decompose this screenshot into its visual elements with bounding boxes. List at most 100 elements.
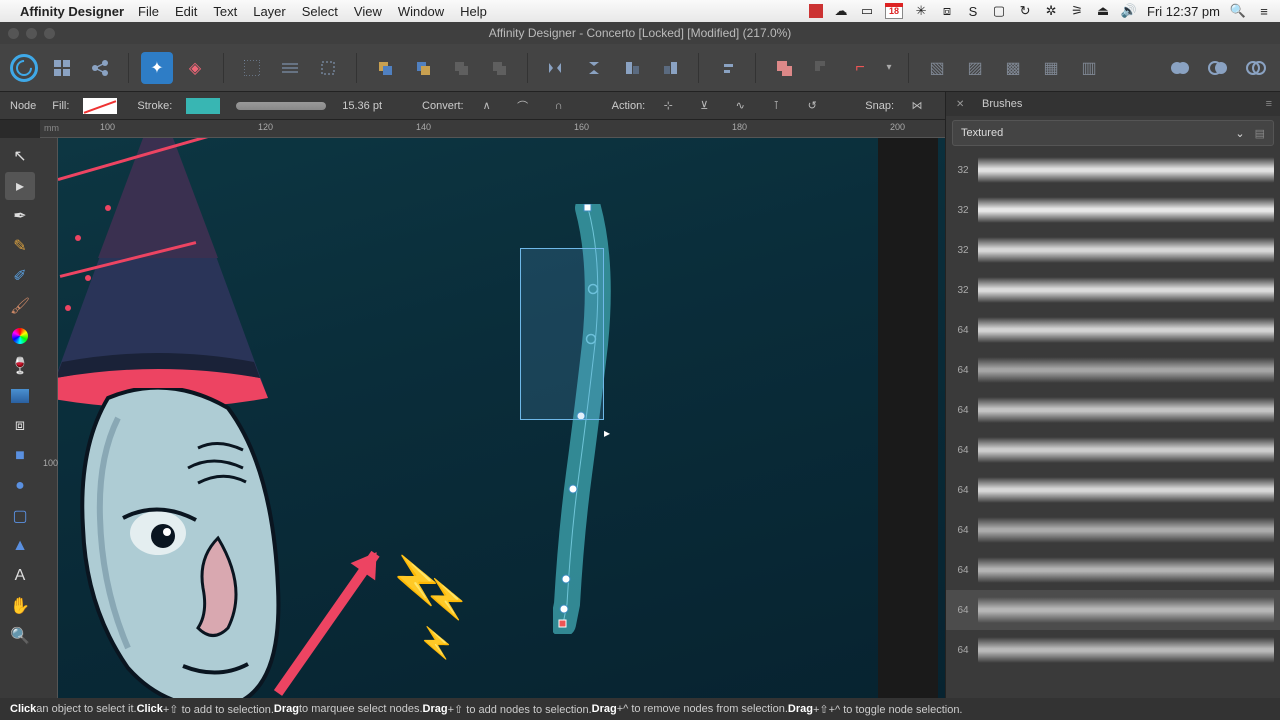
volume-icon[interactable]: 🔊 xyxy=(1121,3,1137,19)
skype-icon[interactable]: S xyxy=(965,3,981,19)
brush-row[interactable]: 64 xyxy=(946,470,1280,510)
panel-menu-icon[interactable]: ≡ xyxy=(1266,98,1272,110)
close-panel-icon[interactable]: ✕ xyxy=(956,99,964,110)
displays-icon[interactable]: ▢ xyxy=(991,3,1007,19)
brush-row[interactable]: 64 xyxy=(946,590,1280,630)
transparency-tool[interactable]: 🍷 xyxy=(5,352,35,380)
convert-smart-icon[interactable]: ∩ xyxy=(548,97,570,115)
menu-file[interactable]: File xyxy=(138,4,159,19)
brush-row[interactable]: 64 xyxy=(946,310,1280,350)
convert-sharp-icon[interactable]: ∧ xyxy=(476,97,498,115)
convert-smooth-icon[interactable]: ⌒ xyxy=(512,97,534,115)
fill-tool[interactable]: 🖌 xyxy=(5,292,35,320)
ruler-horizontal[interactable]: mm 100 120 140 160 180 200 xyxy=(40,120,945,138)
stroke-swatch[interactable] xyxy=(186,98,220,114)
vector-brush-tool[interactable]: ✐ xyxy=(5,262,35,290)
insert-front-button[interactable]: ▩ xyxy=(997,52,1029,84)
zoom-tool[interactable]: 🔍 xyxy=(5,622,35,650)
persona-pixel-button[interactable] xyxy=(46,52,78,84)
menu-window[interactable]: Window xyxy=(398,4,444,19)
action-break-icon[interactable]: ⊹ xyxy=(657,97,679,115)
brush-row[interactable]: 32 xyxy=(946,150,1280,190)
brush-row[interactable]: 32 xyxy=(946,270,1280,310)
spotlight-icon[interactable]: 🔍 xyxy=(1230,3,1246,19)
brush-category-select[interactable]: Textured ⌄ ▤ xyxy=(952,120,1274,146)
pen-tool[interactable]: ✒ xyxy=(5,202,35,230)
bluetooth-icon[interactable]: ✲ xyxy=(1043,3,1059,19)
snap-guides-button[interactable] xyxy=(312,52,344,84)
ruler-vertical[interactable]: 100 xyxy=(40,138,58,698)
snap-baseline-button[interactable] xyxy=(274,52,306,84)
brush-row[interactable]: 32 xyxy=(946,190,1280,230)
brush-row[interactable]: 64 xyxy=(946,630,1280,670)
menu-layer[interactable]: Layer xyxy=(253,4,286,19)
menu-view[interactable]: View xyxy=(354,4,382,19)
node-tool[interactable]: ▸ xyxy=(5,172,35,200)
crop-tool[interactable]: ⧈ xyxy=(5,412,35,440)
stroke-width[interactable]: 15.36 pt xyxy=(342,100,382,112)
notification-icon[interactable]: ≡ xyxy=(1256,3,1272,19)
boolean-add-button[interactable] xyxy=(768,52,800,84)
text-tool[interactable]: A xyxy=(5,562,35,590)
status-figure-icon[interactable]: ✳ xyxy=(913,3,929,19)
canvas[interactable]: ⚡ ⚡ ⚡ ▸ xyxy=(58,138,945,698)
persona-export-button[interactable] xyxy=(84,52,116,84)
place-image-tool[interactable] xyxy=(5,382,35,410)
rotate-ccw-button[interactable] xyxy=(616,52,648,84)
geometry-int-icon[interactable] xyxy=(1240,52,1272,84)
insert-bottom-button[interactable]: ▥ xyxy=(1073,52,1105,84)
corner-tool-button[interactable]: ⌐ xyxy=(844,52,876,84)
insert-top-button[interactable]: ▦ xyxy=(1035,52,1067,84)
snap-1-icon[interactable]: ⋈ xyxy=(906,97,928,115)
flip-h-button[interactable] xyxy=(540,52,572,84)
align-left-button[interactable] xyxy=(711,52,743,84)
brush-row[interactable]: 64 xyxy=(946,390,1280,430)
status-cloud-icon[interactable]: ☁ xyxy=(833,3,849,19)
boolean-subtract-button[interactable] xyxy=(806,52,838,84)
default-view-button[interactable]: ✦ xyxy=(141,52,173,84)
brush-row[interactable]: 64 xyxy=(946,350,1280,390)
dropbox-icon[interactable]: ⧈ xyxy=(939,3,955,19)
corner-dropdown-button[interactable]: ▾ xyxy=(882,52,896,84)
triangle-tool[interactable]: ▲ xyxy=(5,532,35,560)
insert-behind-button[interactable]: ▧ xyxy=(921,52,953,84)
geometry-sub-icon[interactable] xyxy=(1202,52,1234,84)
move-backward-button[interactable] xyxy=(407,52,439,84)
move-back-button[interactable] xyxy=(369,52,401,84)
split-view-button[interactable]: ◈ xyxy=(179,52,211,84)
brush-row[interactable]: 32 xyxy=(946,230,1280,270)
snap-grid-button[interactable] xyxy=(236,52,268,84)
move-front-button[interactable] xyxy=(483,52,515,84)
fill-swatch[interactable] xyxy=(83,98,117,114)
menu-help[interactable]: Help xyxy=(460,4,487,19)
move-forward-button[interactable] xyxy=(445,52,477,84)
menu-text[interactable]: Text xyxy=(213,4,237,19)
ellipse-tool[interactable]: ● xyxy=(5,472,35,500)
brush-list[interactable]: 32323232646464646464646464 xyxy=(946,150,1280,698)
action-reverse-icon[interactable]: ↺ xyxy=(801,97,823,115)
geometry-add-icon[interactable] xyxy=(1164,52,1196,84)
pencil-tool[interactable]: ✎ xyxy=(5,232,35,260)
list-view-icon[interactable]: ▤ xyxy=(1255,127,1265,140)
move-tool[interactable]: ↖ xyxy=(5,142,35,170)
brush-row[interactable]: 64 xyxy=(946,550,1280,590)
action-close-icon[interactable]: ⊻ xyxy=(693,97,715,115)
gradient-tool[interactable] xyxy=(5,322,35,350)
wifi-icon[interactable]: ⚞ xyxy=(1069,3,1085,19)
pan-tool[interactable]: ✋ xyxy=(5,592,35,620)
action-smooth-icon[interactable]: ∿ xyxy=(729,97,751,115)
menu-select[interactable]: Select xyxy=(302,4,338,19)
macos-menubar[interactable]: Affinity Designer File Edit Text Layer S… xyxy=(0,0,1280,22)
brush-row[interactable]: 64 xyxy=(946,430,1280,470)
eject-icon[interactable]: ⏏ xyxy=(1095,3,1111,19)
status-battery-icon[interactable]: ▭ xyxy=(859,3,875,19)
status-red-icon[interactable] xyxy=(809,4,823,18)
menu-edit[interactable]: Edit xyxy=(175,4,197,19)
flip-v-button[interactable] xyxy=(578,52,610,84)
app-name[interactable]: Affinity Designer xyxy=(20,4,124,19)
timemachine-icon[interactable]: ↻ xyxy=(1017,3,1033,19)
brush-row[interactable]: 64 xyxy=(946,510,1280,550)
action-join-icon[interactable]: ⊺ xyxy=(765,97,787,115)
panel-tab-brushes[interactable]: ✕ Brushes ≡ xyxy=(946,92,1280,116)
rotate-cw-button[interactable] xyxy=(654,52,686,84)
